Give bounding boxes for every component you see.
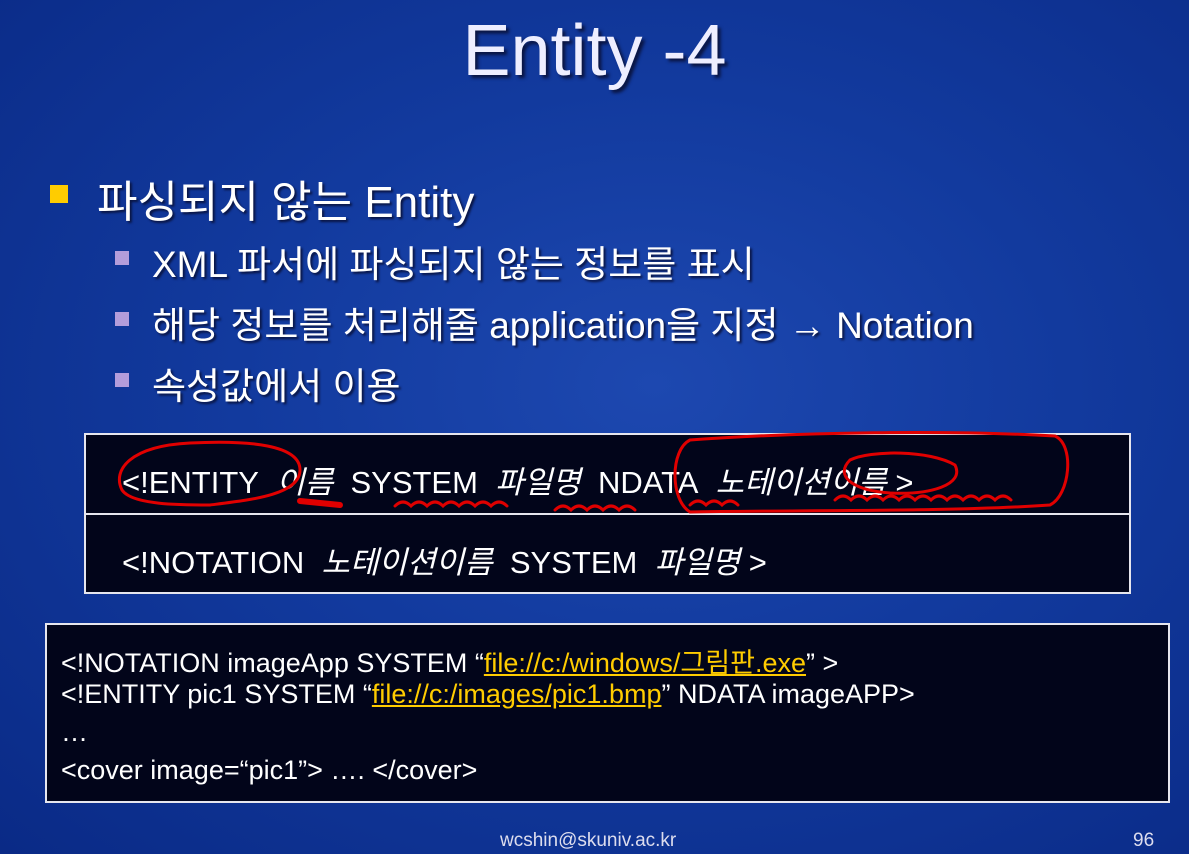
- code-text: ” NDATA imageAPP>: [661, 679, 915, 709]
- example-code-box: <!NOTATION imageApp SYSTEM “file://c:/wi…: [45, 623, 1170, 803]
- page-number: 96: [1133, 830, 1155, 851]
- code-text: <!NOTATION imageApp SYSTEM “: [61, 648, 484, 678]
- rectangle-annotation: [673, 431, 1070, 514]
- code-line-1: <!NOTATION imageApp SYSTEM “file://c:/wi…: [61, 641, 838, 680]
- circle-annotation: [842, 451, 959, 495]
- code-line-3: …: [61, 717, 88, 747]
- code-line-2: <!ENTITY pic1 SYSTEM “file://c:/images/p…: [61, 679, 915, 710]
- code-line-4: <cover image=“pic1”> …. </cover>: [61, 755, 478, 785]
- circle-annotation: [117, 440, 302, 507]
- file-link[interactable]: file://c:/images/pic1.bmp: [372, 679, 662, 709]
- footer-email: wcshin@skuniv.ac.kr: [500, 830, 677, 851]
- code-text: <!ENTITY pic1 SYSTEM “: [61, 679, 372, 709]
- underline-annotation: [297, 498, 343, 508]
- file-link[interactable]: file://c:/windows/그림판.exe: [484, 648, 806, 678]
- squiggle-annotation: [393, 494, 1013, 513]
- code-text: ” >: [805, 648, 839, 678]
